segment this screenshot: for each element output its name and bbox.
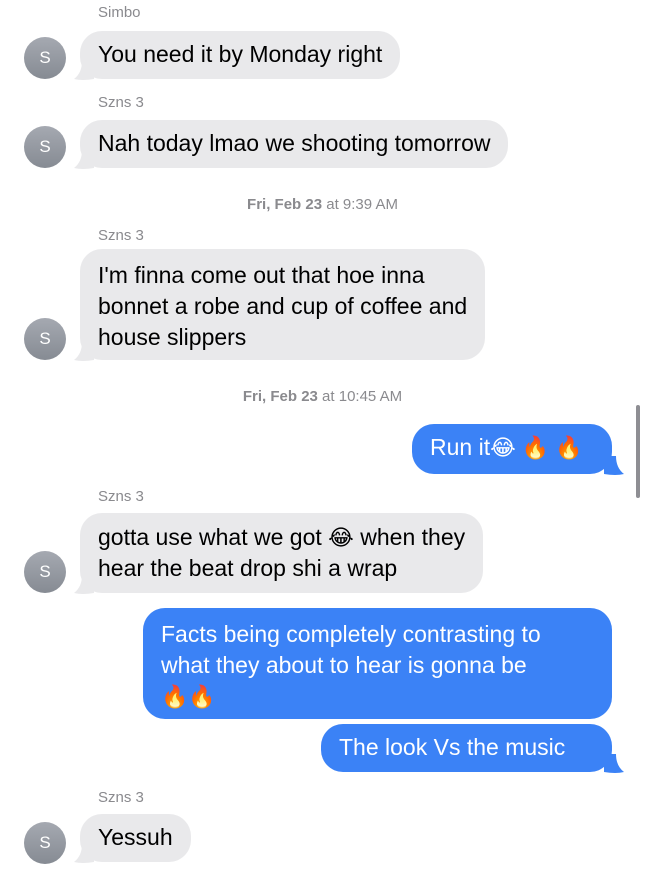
sender-name: Simbo xyxy=(98,4,141,21)
scrollbar[interactable] xyxy=(636,405,640,498)
outgoing-message-bubble[interactable]: The look Vs the music xyxy=(321,724,612,772)
outgoing-message-bubble[interactable]: Run it😂 🔥 🔥 xyxy=(412,424,612,474)
bubble-tail xyxy=(74,61,94,80)
timestamp-time: at 10:45 AM xyxy=(317,388,403,405)
avatar[interactable]: S xyxy=(24,126,66,168)
message-line: what they about to hear is gonna be xyxy=(161,652,527,678)
bubble-tail xyxy=(604,456,624,475)
timestamp-time: at 9:39 AM xyxy=(322,196,398,213)
sender-name: Szns 3 xyxy=(98,94,144,111)
bubble-tail xyxy=(74,342,94,361)
timestamp-day: Fri, Feb 23 xyxy=(242,388,318,405)
emoji: 😂 xyxy=(328,525,354,550)
incoming-message-bubble[interactable]: You need it by Monday right xyxy=(80,31,401,79)
bubble-tail xyxy=(74,844,94,863)
message-line: hear the beat drop shi a wrap xyxy=(98,555,398,581)
timestamp-day: Fri, Feb 23 xyxy=(247,196,323,213)
bubble-tail xyxy=(74,150,94,169)
avatar[interactable]: S xyxy=(24,822,66,864)
incoming-message-bubble[interactable]: Nah today lmao we shooting tomorrow xyxy=(80,120,509,168)
message-line: bonnet a robe and cup of coffee and xyxy=(98,293,468,319)
message-text: Nah today lmao we shooting tomorrow xyxy=(98,130,491,156)
message-text: Yessuh xyxy=(98,824,173,850)
message-text: gotta use what we got xyxy=(98,524,329,550)
message-line: gotta use what we got 😂 when they xyxy=(98,522,465,553)
incoming-message-bubble[interactable]: gotta use what we got 😂 when they hear t… xyxy=(80,513,484,593)
message-line: I'm finna come out that hoe inna xyxy=(98,262,425,288)
message-text: Run it xyxy=(430,434,491,460)
sender-name: Szns 3 xyxy=(98,227,144,244)
incoming-message-bubble[interactable]: I'm finna come out that hoe inna bonnet … xyxy=(80,249,486,360)
incoming-message-bubble[interactable]: Yessuh xyxy=(80,814,191,862)
sender-name: Szns 3 xyxy=(98,789,144,806)
emoji: 😂 🔥 🔥 xyxy=(490,435,583,460)
avatar[interactable]: S xyxy=(24,551,66,593)
bubble-tail xyxy=(74,575,94,594)
message-line: Facts being completely contrasting to xyxy=(161,621,541,647)
avatar[interactable]: S xyxy=(24,318,66,360)
outgoing-message-bubble[interactable]: Facts being completely contrasting to wh… xyxy=(143,608,612,719)
message-text: You need it by Monday right xyxy=(98,41,383,67)
emoji: 🔥🔥 xyxy=(161,684,216,709)
sender-name: Szns 3 xyxy=(98,488,144,505)
message-line: house slippers xyxy=(98,324,247,350)
bubble-tail xyxy=(604,754,624,773)
timestamp: Fri, Feb 23 at 9:39 AM xyxy=(0,196,645,213)
avatar[interactable]: S xyxy=(24,37,66,79)
message-text: The look Vs the music xyxy=(339,734,566,760)
message-text: when they xyxy=(353,524,466,550)
timestamp: Fri, Feb 23 at 10:45 AM xyxy=(0,388,645,405)
